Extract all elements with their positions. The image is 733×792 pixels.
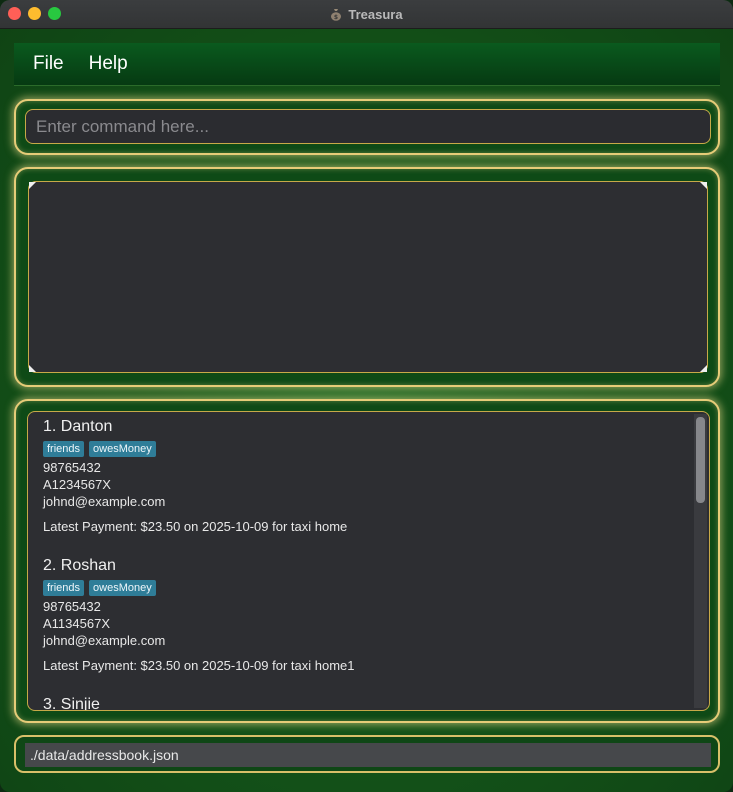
person-latest-payment: Latest Payment: $23.50 on 2025-10-09 for… [43,519,348,534]
person-phone: 98765432 [43,599,101,614]
person-phone: 98765432 [43,460,101,475]
svg-text:$: $ [334,14,338,21]
menu-file[interactable]: File [25,53,72,75]
person-name: 2. Roshan [43,557,116,574]
person-card[interactable]: 1. Danton friends owesMoney 98765432 A12… [43,417,347,535]
list-scrollbar[interactable] [694,414,707,708]
command-input[interactable] [25,109,711,144]
corner-marker [29,365,36,372]
tag-list: friends owesMoney [43,580,354,596]
person-email: johnd@example.com [43,633,166,648]
person-name: 1. Danton [43,418,113,435]
tag-badge: friends [43,441,85,457]
title-bar: $ Treasura [0,0,733,29]
menu-bar: File Help [14,43,720,86]
result-display[interactable] [28,181,708,373]
person-list-panel: 1. Danton friends owesMoney 98765432 A12… [14,399,720,723]
person-id: A1134567X [43,616,110,631]
status-bar: ./data/addressbook.json [14,735,720,773]
person-card[interactable]: 2. Roshan friends owesMoney 98765432 A11… [43,556,354,674]
save-file-path: ./data/addressbook.json [25,743,711,767]
money-bag-icon: $ [331,8,342,21]
person-card[interactable]: 3. Sinjie [43,695,100,711]
menu-help[interactable]: Help [81,53,136,75]
tag-badge: owesMoney [89,580,156,596]
corner-marker [700,182,707,189]
tag-badge: friends [43,580,85,596]
window-title: Treasura [348,6,403,22]
person-latest-payment: Latest Payment: $23.50 on 2025-10-09 for… [43,658,355,673]
command-panel [14,99,720,155]
scrollbar-thumb[interactable] [696,417,705,503]
app-window: $ Treasura File Help 1. Danton friends o… [0,0,733,792]
person-email: johnd@example.com [43,494,166,509]
person-list[interactable]: 1. Danton friends owesMoney 98765432 A12… [27,411,710,711]
person-name: 3. Sinjie [43,696,100,711]
window-title-area: $ Treasura [0,0,733,28]
tag-list: friends owesMoney [43,441,347,457]
result-panel [14,167,720,387]
person-id: A1234567X [43,477,111,492]
corner-marker [29,182,36,189]
corner-marker [700,365,707,372]
tag-badge: owesMoney [89,441,156,457]
